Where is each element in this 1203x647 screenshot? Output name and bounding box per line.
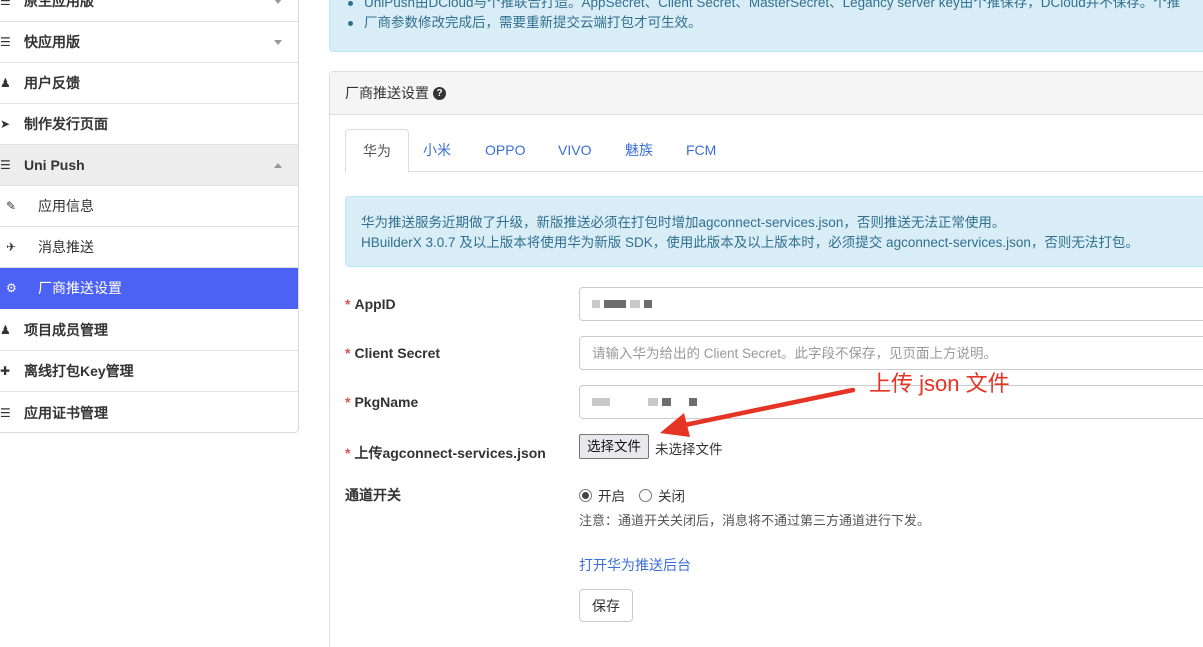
vendor-push-panel: 厂商推送设置 ? 华为 小米 OPPO VIVO 魅族 FCM 华为推送服务近期… (329, 71, 1203, 647)
list-icon: ☰ (0, 0, 11, 8)
user-icon: ♟ (0, 76, 11, 90)
info-line: HBuilderX 3.0.7 及以上版本将使用华为新版 SDK，使用此版本及以… (361, 235, 1139, 250)
sidebar-group-uni-push[interactable]: ☰ Uni Push (0, 145, 298, 186)
sidebar-item-release-page[interactable]: ➤ 制作发行页面 (0, 104, 298, 145)
sidebar-item-label: 消息推送 (38, 239, 94, 255)
sidebar-item-offline-key[interactable]: ✚ 离线打包Key管理 (0, 351, 298, 392)
sidebar-item-label: 项目成员管理 (24, 322, 108, 338)
required-mark: * (345, 445, 351, 461)
sidebar-item-feedback[interactable]: ♟ 用户反馈 (0, 63, 298, 104)
chevron-down-icon (274, 40, 282, 45)
choose-file-button[interactable]: 选择文件 (579, 434, 649, 459)
user-icon: ♟ (0, 323, 11, 337)
sidebar-item-members[interactable]: ♟ 项目成员管理 (0, 310, 298, 351)
upload-json-label: * 上传agconnect-services.json (345, 445, 546, 461)
client-secret-label: * Client Secret (345, 345, 441, 361)
chevron-down-icon (274, 0, 282, 4)
annotation-arrow-icon (660, 387, 856, 437)
sidebar-nav: ☰ 原生应用版 ☰ 快应用版 ♟ 用户反馈 ➤ 制作发行页面 ☰ Uni Pus… (0, 0, 299, 433)
info-line: 华为推送服务近期做了升级，新版推送必须在打包时增加agconnect-servi… (361, 215, 1006, 230)
notice-line: 厂商参数修改完成后，需要重新提交云端打包才可生效。 (348, 13, 1203, 33)
tab-oppo[interactable]: OPPO (468, 129, 542, 172)
sidebar-item-label: 厂商推送设置 (38, 280, 122, 296)
sidebar-item-vendor-push-settings[interactable]: ⚙ 厂商推送设置 (0, 268, 298, 309)
panel-title: 厂商推送设置 (345, 85, 429, 101)
list-icon: ☰ (0, 35, 11, 49)
huawei-info-notice: 华为推送服务近期做了升级，新版推送必须在打包时增加agconnect-servi… (345, 196, 1203, 267)
list-icon: ☰ (0, 158, 11, 172)
tab-xiaomi[interactable]: 小米 (406, 129, 468, 172)
tab-huawei[interactable]: 华为 (345, 129, 409, 173)
save-button[interactable]: 保存 (579, 589, 633, 622)
sidebar-item-message-push[interactable]: ✈ 消息推送 (0, 227, 298, 268)
plus-icon: ✚ (0, 364, 11, 378)
sidebar-item-app-info[interactable]: ✎ 应用信息 (0, 186, 298, 227)
sidebar-item-label: 应用证书管理 (24, 404, 108, 421)
sidebar-item-label: Uni Push (24, 157, 85, 173)
required-mark: * (345, 296, 351, 312)
channel-on-label[interactable]: 开启 (598, 485, 625, 505)
top-notice: UniPush由DCloud与个推联合打造。AppSecret、Client S… (329, 0, 1203, 52)
sidebar-item-label: 原生应用版 (24, 0, 94, 9)
send-icon: ✈ (6, 240, 17, 254)
list-icon: ☰ (0, 405, 11, 420)
annotation-text: 上传 json 文件 (869, 371, 1010, 396)
sidebar-item-quick-app[interactable]: ☰ 快应用版 (0, 22, 298, 63)
sidebar-item-label: 离线打包Key管理 (24, 363, 134, 379)
sidebar-item-native-app[interactable]: ☰ 原生应用版 (0, 0, 298, 22)
tab-fcm[interactable]: FCM (669, 129, 733, 172)
client-secret-input[interactable] (579, 336, 1203, 370)
masked-value (592, 300, 652, 308)
sidebar-item-label: 用户反馈 (24, 75, 80, 91)
appid-input[interactable] (579, 287, 1203, 321)
channel-off-radio[interactable] (639, 488, 652, 502)
notice-line: UniPush由DCloud与个推联合打造。AppSecret、Client S… (348, 0, 1203, 13)
question-circle-icon[interactable]: ? (433, 86, 446, 100)
edit-icon: ✎ (6, 199, 17, 213)
vendor-tabs: 华为 小米 OPPO VIVO 魅族 FCM (345, 129, 1203, 173)
panel-heading: 厂商推送设置 ? (330, 72, 1203, 115)
chevron-up-icon (274, 163, 282, 168)
sidebar-item-label: 制作发行页面 (24, 116, 108, 132)
channel-hint: 注意：通道开关关闭后，消息将不通过第三方通道进行下发。 (579, 513, 931, 528)
tab-vivo[interactable]: VIVO (541, 129, 608, 172)
channel-switch-group: 开启 关闭 (579, 485, 685, 505)
tab-meizu[interactable]: 魅族 (608, 129, 670, 172)
required-mark: * (345, 345, 351, 361)
channel-switch-label: 通道开关 (345, 487, 401, 503)
required-mark: * (345, 394, 351, 410)
pkgname-label: * PkgName (345, 394, 419, 410)
appid-label: * AppID (345, 296, 396, 312)
gear-icon: ⚙ (6, 281, 17, 295)
sidebar-item-certificates[interactable]: ☰ 应用证书管理 (0, 392, 298, 433)
sidebar-item-label: 应用信息 (38, 198, 94, 214)
arrow-right-icon: ➤ (0, 117, 11, 131)
channel-off-label[interactable]: 关闭 (658, 485, 685, 505)
open-huawei-console-link[interactable]: 打开华为推送后台 (579, 555, 691, 575)
sidebar-item-label: 快应用版 (24, 34, 80, 50)
channel-on-radio[interactable] (579, 488, 592, 502)
